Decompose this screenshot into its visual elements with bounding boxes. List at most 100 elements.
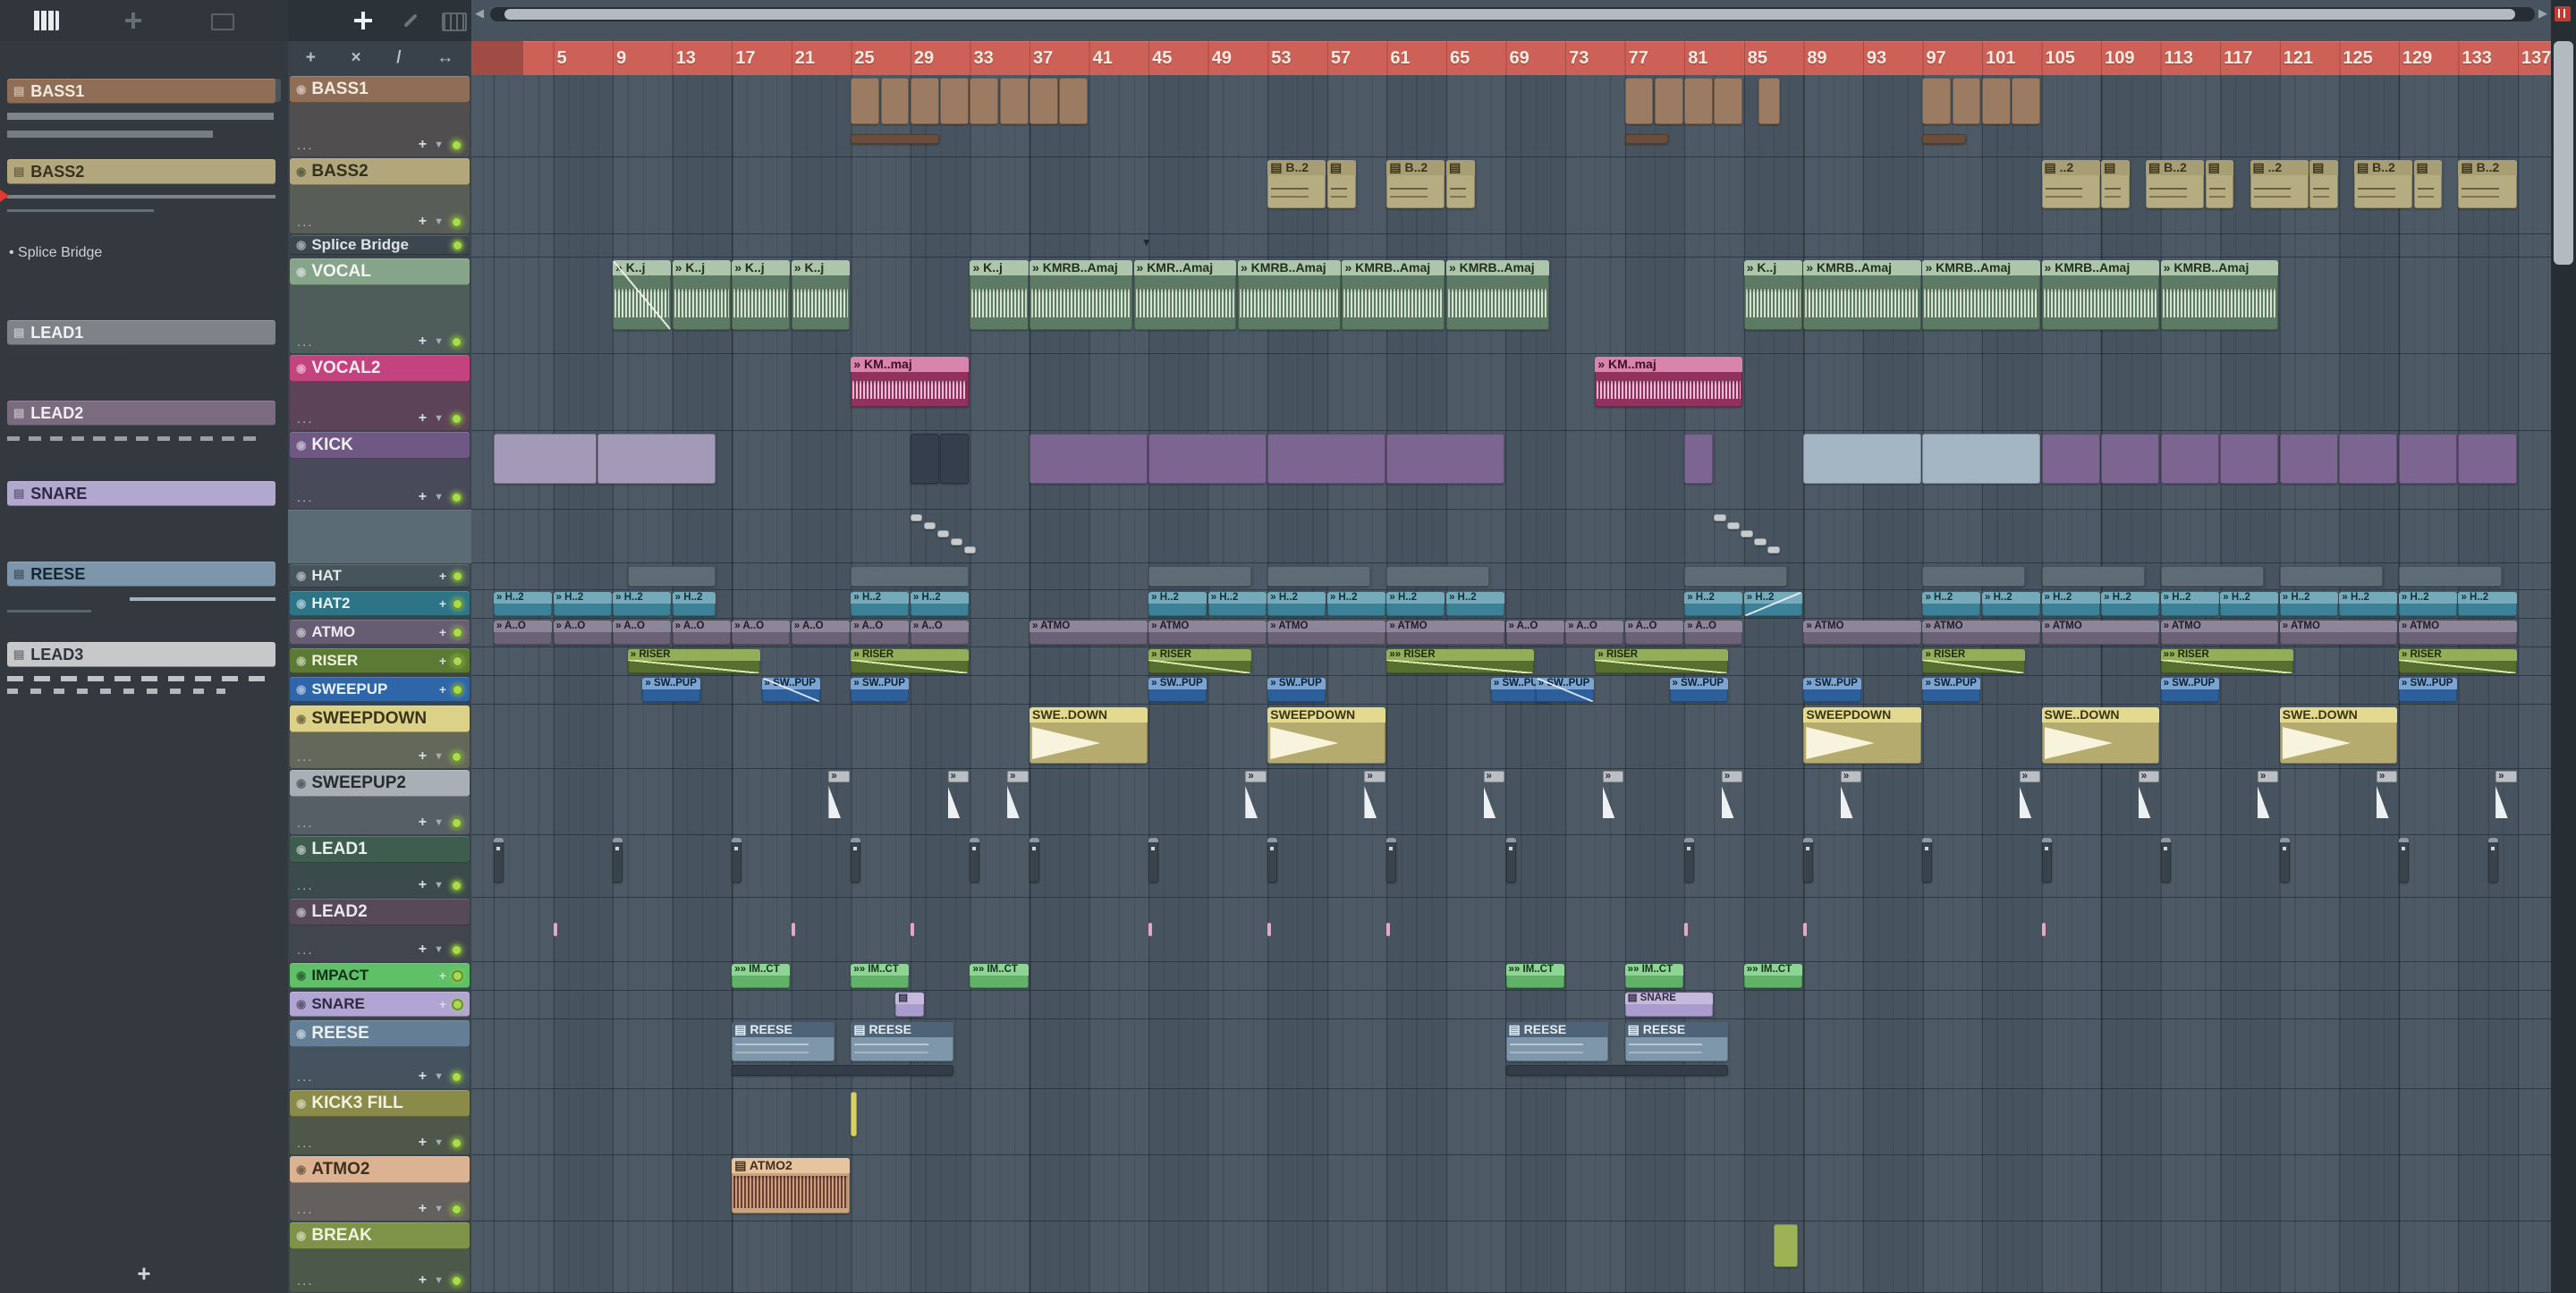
track-enable-led[interactable]	[451, 879, 462, 892]
vertical-scrollbar-thumb[interactable]	[2554, 41, 2573, 265]
track-name-kick3[interactable]: ◉ KICK3 FILL	[290, 1090, 470, 1117]
clip-atmo[interactable]: » ATMO	[1030, 621, 1148, 645]
clip-atmo[interactable]: » A..O	[1624, 621, 1683, 645]
clip-vocal[interactable]: » K..j	[970, 260, 1029, 330]
track-enable-led[interactable]	[451, 1274, 462, 1287]
hscroll-right-icon[interactable]: ▶	[2538, 6, 2547, 21]
clip-bass1[interactable]	[1982, 78, 2011, 124]
clip-bass1[interactable]	[1684, 78, 1713, 124]
clip-hat2[interactable]: » H..2	[1208, 592, 1267, 616]
hscroll-left-icon[interactable]: ◀	[475, 6, 484, 21]
clip-sweepdown[interactable]: SWE..DOWN	[1030, 707, 1148, 764]
clip-bass2[interactable]: ▤ ..2	[2250, 160, 2309, 208]
clip-break[interactable]	[1774, 1224, 1798, 1267]
picker-item-bass1[interactable]: ▤ BASS1	[7, 79, 275, 104]
target-icon[interactable]: +	[419, 748, 427, 765]
target-icon[interactable]: +	[419, 334, 427, 350]
clip-vocal[interactable]: » K..j	[791, 260, 850, 330]
clip-hat2[interactable]: » H..2	[2101, 592, 2160, 616]
clip-sweepup2[interactable]: »	[1483, 771, 1504, 830]
piano-roll-icon[interactable]	[32, 11, 59, 30]
clip-riser[interactable]: » RISER	[2398, 649, 2517, 673]
clip-sweepup2[interactable]: »	[1364, 771, 1385, 830]
track-name-hat[interactable]: ◉ HAT +	[290, 564, 470, 587]
clip-lead1[interactable]	[2279, 838, 2290, 883]
clip-hat2[interactable]: » H..2	[2041, 592, 2100, 616]
target-icon[interactable]: +	[439, 654, 446, 668]
clip-kick[interactable]	[1030, 434, 1148, 484]
horizontal-scrollbar-thumb[interactable]	[504, 9, 2515, 20]
clip-reese[interactable]	[1505, 1065, 1728, 1076]
clip-bass2[interactable]: ▤	[2413, 160, 2443, 208]
track-enable-led[interactable]	[451, 943, 462, 956]
clip-ghost[interactable]	[910, 514, 923, 521]
track-enable-led[interactable]	[452, 655, 463, 667]
clip-lead2[interactable]	[1684, 923, 1689, 936]
clip-kick[interactable]	[940, 434, 969, 484]
clip-atmo[interactable]: » A..O	[851, 621, 910, 645]
clip-sweepdown[interactable]: SWEEPDOWN	[1267, 707, 1385, 764]
clip-lead1[interactable]	[2160, 838, 2171, 883]
track-name-snare[interactable]: ◉ SNARE +	[290, 992, 470, 1017]
clip-bass2[interactable]: ▤ ..2	[2041, 160, 2100, 208]
clip-kick[interactable]	[1386, 434, 1504, 484]
scroll-options-icon[interactable]	[2555, 6, 2571, 21]
track-name-bass2[interactable]: ◉ BASS2	[290, 158, 470, 185]
lane-riser[interactable]: » RISER » RISER » RISER »» RISER » RISER » RI…	[471, 647, 2551, 676]
clip-bass2[interactable]: ▤	[1326, 160, 1356, 208]
clip-vocal[interactable]: » KMRB..Amaj	[1342, 260, 1445, 330]
clip-snare[interactable]: ▤ SNARE	[1624, 993, 1713, 1017]
clip-sweepup[interactable]: » SW..PUP	[851, 678, 910, 702]
lane-kick3[interactable]	[471, 1089, 2551, 1155]
track-dropdown-icon[interactable]: ▼	[434, 880, 444, 891]
clip-sweepup2[interactable]: »	[1007, 771, 1029, 830]
track-enable-led[interactable]	[452, 597, 463, 610]
target-icon[interactable]: +	[419, 137, 427, 153]
clip-atmo[interactable]: » A..O	[732, 621, 791, 645]
clip-sweepup[interactable]: » SW..PUP	[761, 678, 820, 702]
clip-hat2[interactable]: » H..2	[553, 592, 612, 616]
target-icon[interactable]: +	[439, 968, 446, 983]
lane-sweepdown[interactable]: SWE..DOWN SWEEPDOWN SWEEPDOWN SWE..DOWN SWE.…	[471, 705, 2551, 769]
lane-hat[interactable]	[471, 563, 2551, 590]
clip-hat2[interactable]: » H..2	[494, 592, 553, 616]
clip-vocal[interactable]: » KMRB..Amaj	[2041, 260, 2160, 330]
clip-kick[interactable]	[910, 434, 939, 484]
target-icon[interactable]: +	[439, 625, 446, 639]
lane-sweepup[interactable]: » SW..PUP » SW..PUP » SW..PUP » SW..PUP » SW…	[471, 676, 2551, 705]
picker-item-snare[interactable]: ▤ SNARE	[7, 481, 275, 506]
clip-lead1[interactable]	[1030, 838, 1040, 883]
clip-bass1[interactable]	[1654, 78, 1683, 124]
clip-impact[interactable]: »» IM..CT	[1505, 964, 1564, 988]
picker-item-splice-bridge[interactable]: • Splice Bridge	[9, 245, 102, 261]
clip-bass1[interactable]	[1922, 78, 1952, 124]
track-enable-led[interactable]	[451, 139, 462, 151]
lane-splice[interactable]: ▼	[471, 234, 2551, 258]
target-icon[interactable]: +	[439, 997, 446, 1011]
track-name-kick[interactable]: ◉ KICK	[290, 432, 470, 459]
clip-riser[interactable]: » RISER	[1148, 649, 1252, 673]
clip-vocal[interactable]: » KMRB..Amaj	[1445, 260, 1549, 330]
clip-hat2[interactable]: » H..2	[2279, 592, 2338, 616]
track-dropdown-icon[interactable]: ▼	[434, 336, 444, 347]
clip-lead1[interactable]	[2398, 838, 2409, 883]
clip-lead2[interactable]	[1803, 923, 1808, 936]
clip-atmo[interactable]: » A..O	[553, 621, 612, 645]
clip-sweepup2[interactable]: »	[2019, 771, 2041, 830]
clip-sweepup2[interactable]: »	[1602, 771, 1624, 830]
track-name-sweepup2[interactable]: ◉ SWEEPUP2	[290, 770, 470, 797]
target-icon[interactable]: +	[419, 410, 427, 427]
clip-lead1[interactable]	[613, 838, 623, 883]
clip-hat2[interactable]: » H..2	[2458, 592, 2517, 616]
clip-kick[interactable]	[1267, 434, 1385, 484]
target-icon[interactable]: +	[419, 1069, 427, 1085]
clip-atmo[interactable]: » ATMO	[1267, 621, 1385, 645]
clip-atmo[interactable]: » ATMO	[2160, 621, 2279, 645]
clip-lead1[interactable]	[2487, 838, 2498, 883]
slip-icon[interactable]: /	[396, 48, 401, 68]
clip-bass1[interactable]	[970, 78, 999, 124]
track-dropdown-icon[interactable]: ▼	[434, 751, 444, 762]
target-icon[interactable]: +	[439, 569, 446, 583]
clip-hat2[interactable]: » H..2	[1684, 592, 1743, 616]
target-icon[interactable]: +	[419, 815, 427, 831]
